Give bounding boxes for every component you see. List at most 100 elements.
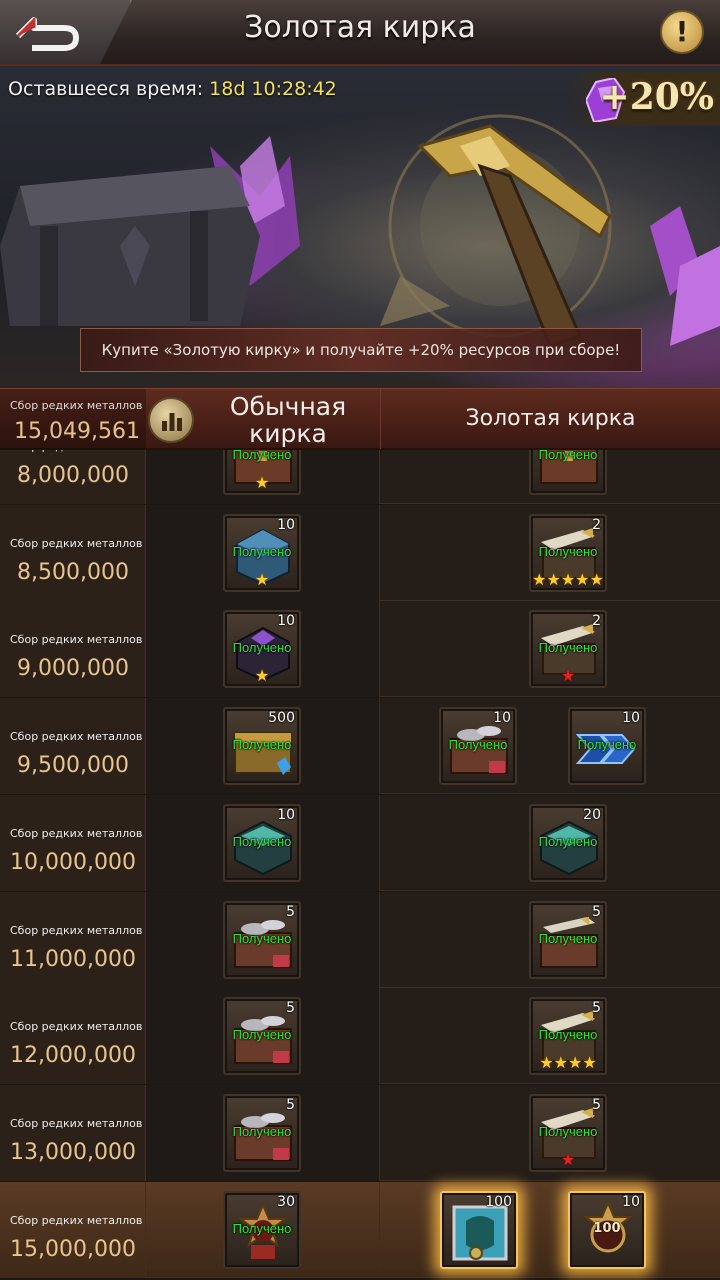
info-button[interactable]: ! [660, 10, 704, 54]
threshold-label: Сбор редких металлов [10, 1020, 143, 1034]
received-label: Получено [232, 543, 292, 559]
star-rating: ★ [254, 569, 270, 589]
reward-row: Сбор редких металлов 15,000,000 30 Получено… [0, 1181, 720, 1278]
threshold-value: 9,500,000 [17, 753, 129, 779]
threshold-value: 8,000,000 [17, 463, 129, 488]
item-quantity: 20 [583, 806, 601, 823]
received-label: Получено [232, 640, 292, 656]
golden-pickaxe-illustration [360, 106, 640, 350]
received-label: Получено [538, 1027, 598, 1043]
received-label: Получено [232, 833, 292, 849]
crystal-illustration [630, 206, 720, 350]
page-title: Золотая кирка [244, 10, 476, 45]
received-label: Получено [448, 737, 508, 753]
reward-item[interactable]: 10 Получено ★ [223, 513, 301, 592]
total-value: 15,049,561 [14, 419, 140, 444]
item-quantity: 10 [622, 1193, 640, 1210]
threshold-value: 11,000,000 [10, 946, 136, 972]
reward-item[interactable]: 10 Получено [439, 707, 517, 786]
star-rating: ★ [560, 1149, 576, 1169]
reward-item[interactable]: 10 Получено [568, 707, 646, 786]
item-quantity: 10 [277, 516, 295, 533]
event-banner: Оставшееся время: 18d 10:28:42 +20% Купи… [0, 66, 720, 388]
chest-illustration [0, 126, 300, 340]
received-label: Получено [232, 450, 292, 462]
back-arrow-icon [15, 16, 79, 51]
received-label: Получено [232, 1027, 292, 1043]
tab-golden-pickaxe[interactable]: Золотая кирка [380, 389, 720, 449]
reward-item[interactable]: 5 Получено [529, 900, 607, 979]
reward-item[interactable]: 100 [440, 1190, 518, 1269]
received-label: Получено [232, 1123, 292, 1139]
reward-item[interactable]: 5 Получено [223, 900, 301, 979]
item-quantity: 5 [286, 1096, 295, 1113]
threshold-value: 13,000,000 [10, 1139, 136, 1165]
threshold-cell: Сбор редких металлов 9,000,000 [0, 601, 146, 698]
item-quantity: 10 [277, 613, 295, 630]
threshold-cell: Сбор редких металлов 13,000,000 [0, 1084, 146, 1181]
received-label: Получено [232, 930, 292, 946]
ranking-button[interactable] [148, 397, 194, 443]
item-quantity: 10 [277, 806, 295, 823]
bonus-badge: +20% [568, 72, 720, 126]
reward-item[interactable]: 5 Получено [223, 997, 301, 1076]
received-label: Получено [538, 450, 598, 462]
reward-item[interactable]: 30 Получено [223, 1190, 301, 1269]
item-quantity: 10 [622, 710, 640, 727]
timer-label: Оставшееся время: [8, 78, 204, 100]
reward-item[interactable]: 2 Получено ★★★★★ [529, 513, 607, 592]
timer-value: 18d 10:28:42 [209, 78, 337, 100]
reward-row: Сбор редких металлов 10,000,000 10 Получено… [0, 794, 720, 891]
item-quantity: 2 [592, 613, 601, 630]
threshold-label: Сбор редких металлов [10, 826, 143, 840]
star-rating: ★ [254, 666, 270, 686]
armor-icon [448, 1201, 512, 1267]
received-label: Получено [538, 640, 598, 656]
received-label: Получено [538, 930, 598, 946]
reward-row: Сбор редких металлов8,000,000Получено★По… [0, 450, 720, 504]
received-label: Получено [538, 833, 598, 849]
reward-list[interactable]: Сбор редких металлов8,000,000Получено★По… [0, 450, 720, 1280]
star-rating: ★★★★★ [532, 569, 604, 589]
reward-item[interactable]: 20 Получено [529, 803, 607, 882]
threshold-cell: Сбор редких металлов 15,000,000 [0, 1181, 146, 1278]
reward-item[interactable]: Получено [529, 450, 607, 495]
reward-item[interactable]: 5 Получено ★ [529, 1093, 607, 1172]
reward-item[interactable]: 100 10 [568, 1190, 646, 1269]
reward-row: Сбор редких металлов 8,500,000 10 Получено ★… [0, 504, 720, 601]
back-button[interactable] [0, 0, 132, 64]
reward-item[interactable]: Получено ★ [223, 450, 301, 495]
threshold-cell: Сбор редких металлов 10,000,000 [0, 794, 146, 891]
reward-row: Сбор редких металлов 12,000,000 5 Получено 5… [0, 988, 720, 1085]
threshold-value: 8,500,000 [17, 559, 129, 585]
threshold-value: 9,000,000 [17, 656, 129, 682]
threshold-label: Сбор редких металлов [10, 1116, 143, 1130]
item-quantity: 5 [286, 1000, 295, 1017]
reward-item[interactable]: 10 Получено ★ [223, 610, 301, 689]
reward-item[interactable]: 5 Получено ★★★★ [529, 997, 607, 1076]
received-label: Получено [232, 737, 292, 753]
item-quantity: 10 [493, 710, 511, 727]
remaining-time: Оставшееся время: 18d 10:28:42 [8, 78, 337, 100]
item-quantity: 5 [592, 1096, 601, 1113]
reward-item[interactable]: 5 Получено [223, 1093, 301, 1172]
threshold-value: 10,000,000 [10, 849, 136, 875]
threshold-label: Сбор редких металлов [10, 730, 143, 744]
reward-item[interactable]: 500 Получено [223, 707, 301, 786]
threshold-label: Сбор редких металлов [10, 450, 142, 453]
top-bar: Золотая кирка ! [0, 0, 720, 66]
star-rating: ★ [254, 473, 270, 492]
tab-normal-line1: Обычная [229, 392, 347, 421]
received-label: Получено [538, 1123, 598, 1139]
threshold-label: Сбор редких металлов [10, 1213, 143, 1227]
reward-item[interactable]: 2 Получено ★ [529, 610, 607, 689]
threshold-label: Сбор редких металлов [10, 536, 143, 550]
threshold-cell: Сбор редких металлов 11,000,000 [0, 891, 146, 988]
reward-item[interactable]: 10 Получено [223, 803, 301, 882]
threshold-cell: Сбор редких металлов 8,000,000 [0, 450, 146, 504]
threshold-cell: Сбор редких металлов 8,500,000 [0, 504, 146, 601]
reward-row: Сбор редких металлов 13,000,000 5 Получено 5… [0, 1084, 720, 1181]
threshold-value: 12,000,000 [10, 1043, 136, 1069]
tab-normal-pickaxe[interactable]: Обычная кирка [198, 389, 378, 449]
item-quantity: 5 [592, 903, 601, 920]
